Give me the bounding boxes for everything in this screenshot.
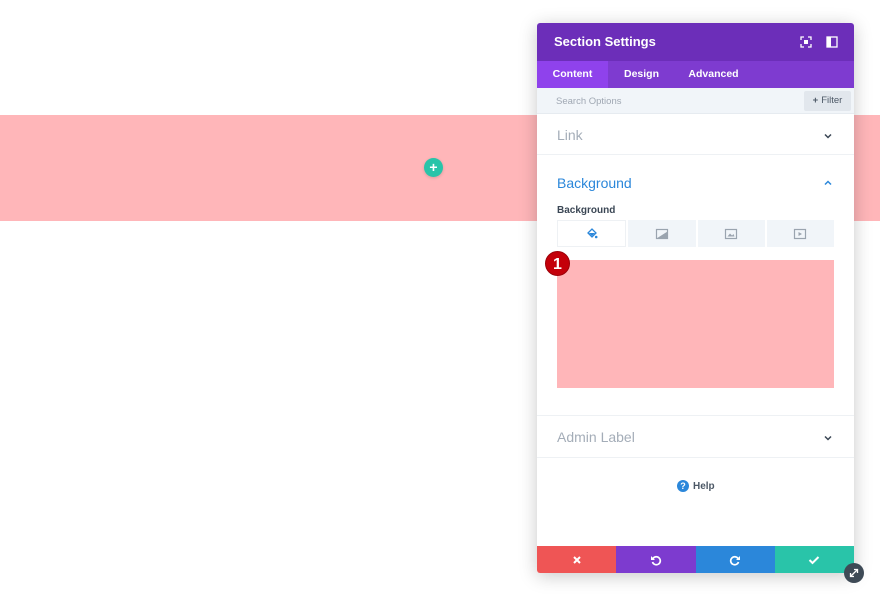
cancel-button[interactable] bbox=[537, 546, 617, 573]
modal-header[interactable]: Section Settings bbox=[537, 23, 854, 61]
plus-icon: + bbox=[429, 159, 438, 175]
background-color-tab[interactable] bbox=[557, 220, 627, 247]
toggle-admin-label-title: Admin Label bbox=[557, 429, 635, 445]
filter-button[interactable]: + Filter bbox=[804, 91, 851, 111]
step-marker-badge: 1 bbox=[545, 251, 570, 276]
gradient-icon bbox=[655, 228, 668, 239]
background-type-tabs bbox=[557, 220, 834, 247]
redo-icon bbox=[729, 555, 741, 566]
builder-canvas: + Section Settings Content Design Advanc… bbox=[0, 0, 880, 594]
background-video-tab[interactable] bbox=[764, 220, 834, 247]
modal-footer bbox=[537, 546, 854, 573]
undo-icon bbox=[650, 555, 662, 566]
help-link[interactable]: ? Help bbox=[677, 479, 715, 493]
background-field-label: Background bbox=[557, 205, 616, 216]
expand-icon[interactable] bbox=[799, 35, 813, 49]
plus-icon: + bbox=[812, 95, 819, 106]
resize-arrows-icon bbox=[849, 568, 859, 578]
redo-button[interactable] bbox=[695, 546, 775, 573]
filter-label: Filter bbox=[821, 95, 843, 106]
chevron-down-icon bbox=[824, 435, 832, 441]
background-image-tab[interactable] bbox=[695, 220, 765, 247]
toggle-link[interactable]: Link bbox=[537, 114, 854, 155]
add-row-button[interactable]: + bbox=[424, 158, 443, 177]
modal-title: Section Settings bbox=[554, 34, 656, 49]
search-options-input[interactable] bbox=[556, 88, 786, 114]
background-gradient-tab[interactable] bbox=[626, 220, 696, 247]
modal-tabs: Content Design Advanced bbox=[537, 61, 854, 88]
image-icon bbox=[725, 228, 738, 239]
video-icon bbox=[794, 228, 807, 239]
chevron-up-icon[interactable] bbox=[823, 178, 833, 188]
undo-button[interactable] bbox=[616, 546, 696, 573]
background-color-preview[interactable] bbox=[557, 260, 834, 388]
toggle-link-title: Link bbox=[557, 127, 583, 143]
help-icon: ? bbox=[677, 480, 689, 492]
dock-sidebar-icon[interactable] bbox=[825, 35, 839, 49]
help-label: Help bbox=[693, 480, 715, 492]
chevron-down-icon bbox=[824, 133, 832, 139]
search-bar: +Filter bbox=[537, 88, 854, 114]
tab-content[interactable]: Content bbox=[537, 61, 608, 88]
save-check-icon bbox=[809, 555, 820, 564]
tab-advanced[interactable]: Advanced bbox=[675, 61, 752, 88]
paint-bucket-icon bbox=[586, 227, 598, 238]
toggle-background-title[interactable]: Background bbox=[557, 175, 632, 191]
resize-handle[interactable] bbox=[844, 563, 864, 583]
save-button[interactable] bbox=[774, 546, 854, 573]
toggle-background: Background Background 1 bbox=[537, 155, 854, 416]
section-settings-modal: Section Settings Content Design Advanced bbox=[537, 23, 854, 573]
cancel-icon bbox=[572, 555, 581, 564]
toggle-admin-label[interactable]: Admin Label bbox=[537, 416, 854, 458]
tab-design[interactable]: Design bbox=[608, 61, 675, 88]
